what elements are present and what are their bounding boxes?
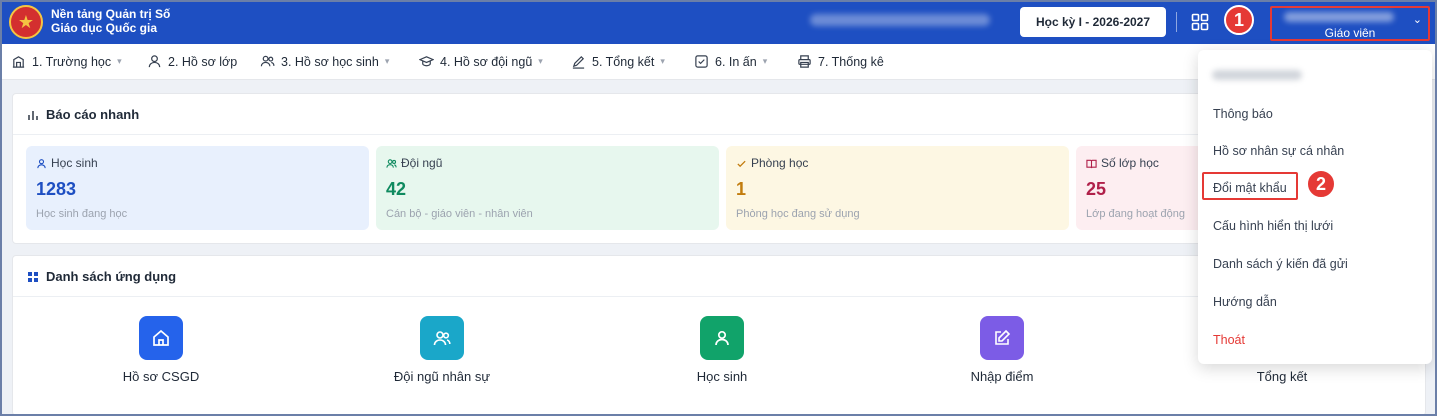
user-role: Giáo viên — [1324, 26, 1376, 40]
edit-icon — [980, 316, 1024, 360]
menu-item-danh-sach-y-kien[interactable]: Danh sách ý kiến đã gửi — [1213, 257, 1348, 271]
app-label: Học sinh — [696, 369, 748, 384]
app-label: Hồ sơ CSGD — [122, 369, 200, 384]
quick-report-title-text: Báo cáo nhanh — [46, 107, 140, 122]
nav-item-ho-so-lop[interactable]: 2. Hồ sơ lớp — [147, 54, 237, 69]
graduation-cap-icon — [419, 56, 434, 67]
bar-chart-icon — [28, 110, 38, 120]
step-badge-2: 2 — [1306, 169, 1336, 199]
users-icon — [386, 158, 397, 168]
user-icon — [700, 316, 744, 360]
check-icon — [737, 160, 746, 167]
chevron-down-icon: ▾ — [538, 56, 543, 66]
printer-icon — [798, 55, 811, 68]
menu-item-ho-so-nhan-su[interactable]: Hồ sơ nhân sự cá nhân — [1213, 144, 1344, 158]
stat-label: Học sinh — [51, 156, 98, 170]
pencil-icon — [572, 55, 585, 69]
app-ho-so-csgd[interactable]: Hồ sơ CSGD — [61, 316, 261, 384]
apps-title: Danh sách ứng dụng — [27, 269, 176, 284]
nav-label: 5. Tổng kết — [592, 54, 655, 69]
users-icon — [260, 55, 275, 67]
user-icon — [37, 158, 46, 168]
menu-item-cau-hinh-luoi[interactable]: Cấu hình hiển thị lưới — [1213, 219, 1333, 233]
app-nhap-diem[interactable]: Nhập điểm — [902, 316, 1102, 384]
chevron-down-icon: ⌄ — [1412, 14, 1422, 26]
nav-label: 3. Hồ sơ học sinh — [281, 54, 379, 69]
nav-item-tong-ket[interactable]: 5. Tổng kết ▾ — [571, 54, 665, 69]
user-icon — [148, 55, 161, 68]
app-doi-ngu-nhan-su[interactable]: Đội ngũ nhân sự — [342, 316, 542, 384]
highlight-box-doi-mat-khau — [1202, 172, 1298, 200]
stat-subtitle: Cán bộ - giáo viên - nhân viên — [386, 208, 533, 220]
app-label: Nhập điểm — [970, 369, 1034, 384]
nav-label: 2. Hồ sơ lớp — [168, 54, 238, 69]
apps-title-text: Danh sách ứng dụng — [46, 269, 177, 284]
stat-head: Đội ngũ — [386, 156, 442, 170]
app-label: Đội ngũ nhân sự — [393, 369, 491, 384]
term-selector[interactable]: Học kỳ I - 2026-2027 — [1020, 7, 1166, 37]
nav-label: 7. Thống kê — [818, 54, 884, 69]
menu-item-huong-dan[interactable]: Hướng dẫn — [1213, 295, 1277, 309]
stat-head: Số lớp học — [1086, 156, 1159, 170]
brand-line-1: Nền tảng Quản trị Số — [51, 7, 171, 21]
menu-item-thong-bao[interactable]: Thông báo — [1213, 107, 1273, 121]
stat-value: 25 — [1086, 179, 1107, 199]
app-hoc-sinh[interactable]: Học sinh — [622, 316, 822, 384]
stat-label: Số lớp học — [1101, 156, 1159, 170]
menu-item-thoat[interactable]: Thoát — [1213, 333, 1245, 347]
step-badge-1: 1 — [1224, 5, 1254, 35]
header-divider — [1176, 12, 1177, 32]
home-icon — [139, 316, 183, 360]
dropdown-user-blurred — [1212, 70, 1302, 80]
user-name-blurred — [1284, 12, 1394, 22]
brand-title[interactable]: Nền tảng Quản trị Số Giáo dục Quốc gia — [51, 7, 170, 35]
chevron-down-icon: ▾ — [117, 56, 122, 66]
nav-item-truong-hoc[interactable]: 1. Trường học ▾ — [11, 54, 122, 69]
stat-head: Phòng học — [736, 156, 808, 170]
book-icon — [1086, 159, 1097, 168]
stat-label: Đội ngũ — [401, 156, 443, 170]
user-dropdown-menu: Thông báo Hồ sơ nhân sự cá nhân Đổi mật … — [1198, 50, 1432, 364]
stat-card-hoc-sinh[interactable]: Học sinh 1283 Học sinh đang học — [26, 146, 369, 230]
building-icon — [12, 56, 25, 68]
national-emblem-logo[interactable]: ★ — [9, 5, 43, 39]
nav-label: 6. In ấn — [715, 54, 757, 69]
stat-head: Học sinh — [36, 156, 98, 170]
checkbox-icon — [695, 55, 708, 68]
stat-card-phong-hoc[interactable]: Phòng học 1 Phòng học đang sử dụng — [726, 146, 1069, 230]
brand-line-2: Giáo dục Quốc gia — [51, 21, 158, 35]
nav-item-ho-so-hoc-sinh[interactable]: 3. Hồ sơ học sinh ▾ — [260, 54, 389, 69]
chevron-down-icon: ▾ — [660, 56, 665, 66]
nav-label: 1. Trường học — [32, 54, 112, 69]
stat-label: Phòng học — [751, 156, 809, 170]
stat-value: 42 — [386, 179, 407, 199]
top-header: ★ Nền tảng Quản trị Số Giáo dục Quốc gia… — [0, 0, 1437, 44]
user-menu-button[interactable]: Giáo viên ⌄ — [1270, 6, 1430, 41]
nav-item-thong-ke[interactable]: 7. Thống kê — [797, 54, 884, 69]
stat-card-doi-ngu[interactable]: Đội ngũ 42 Cán bộ - giáo viên - nhân viê… — [376, 146, 719, 230]
stat-subtitle: Lớp đang hoạt động — [1086, 208, 1185, 220]
stat-subtitle: Học sinh đang học — [36, 208, 128, 220]
school-name-blurred — [810, 14, 990, 26]
chevron-down-icon: ▾ — [384, 56, 390, 66]
chevron-down-icon: ▾ — [762, 56, 768, 66]
nav-item-ho-so-doi-ngu[interactable]: 4. Hồ sơ đội ngũ ▾ — [419, 54, 543, 69]
grid-dots-icon — [28, 271, 38, 282]
quick-report-title: Báo cáo nhanh — [27, 107, 139, 122]
apps-grid-icon[interactable] — [1191, 13, 1209, 31]
users-icon — [420, 316, 464, 360]
app-label: Tổng kết — [1256, 369, 1308, 384]
nav-label: 4. Hồ sơ đội ngũ — [440, 54, 533, 69]
nav-item-in-an[interactable]: 6. In ấn ▾ — [694, 54, 767, 69]
stat-subtitle: Phòng học đang sử dụng — [736, 208, 860, 220]
stat-value: 1283 — [36, 179, 77, 199]
stat-value: 1 — [736, 179, 747, 199]
